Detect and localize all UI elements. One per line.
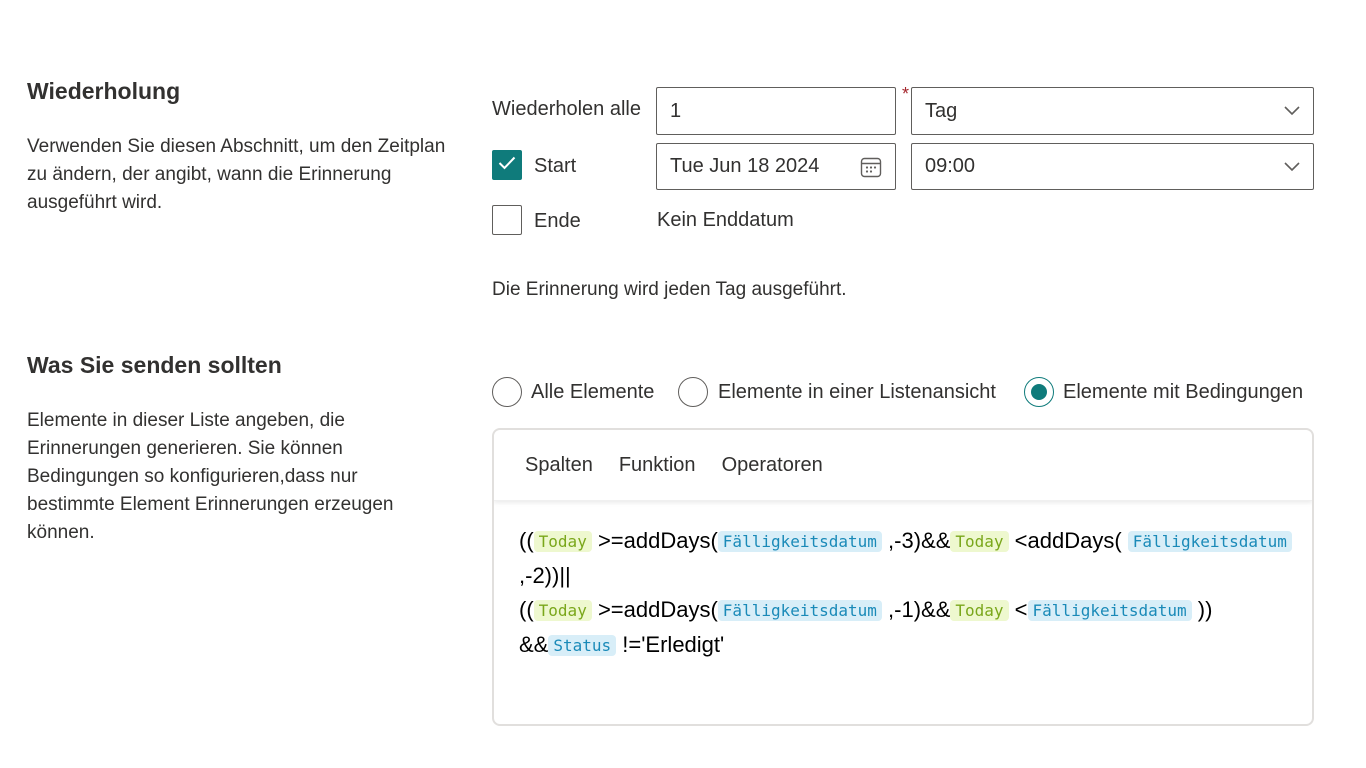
formula-operator-text: (( bbox=[519, 597, 534, 622]
recurrence-title: Wiederholung bbox=[27, 78, 181, 104]
formula-column-token[interactable]: Fälligkeitsdatum bbox=[717, 600, 882, 621]
formula-column-token[interactable]: Fälligkeitsdatum bbox=[1127, 531, 1292, 552]
repeat-unit-value: Tag bbox=[925, 99, 958, 122]
formula-operator-text: <addDays( bbox=[1008, 528, 1128, 553]
formula-operator-text: ,-2))|| bbox=[519, 563, 571, 588]
formula-function-token[interactable]: Today bbox=[950, 600, 1009, 621]
formula-column-token[interactable]: Status bbox=[548, 635, 617, 656]
chevron-down-icon bbox=[1284, 106, 1300, 116]
formula-operator-text: )) bbox=[1191, 597, 1213, 622]
formula-editor[interactable]: Spalten Funktion Operatoren ((Today >=ad… bbox=[492, 428, 1314, 726]
start-date-picker[interactable]: Tue Jun 18 2024 bbox=[656, 143, 896, 190]
start-checkbox[interactable] bbox=[492, 150, 522, 180]
start-time-dropdown[interactable]: 09:00 bbox=[911, 143, 1314, 190]
required-marker: * bbox=[902, 84, 910, 104]
tab-columns[interactable]: Spalten bbox=[525, 454, 593, 477]
chevron-down-icon bbox=[1284, 161, 1300, 172]
end-label: Ende bbox=[534, 210, 581, 232]
formula-column-token[interactable]: Fälligkeitsdatum bbox=[1027, 600, 1192, 621]
formula-operator-text: >=addDays( bbox=[591, 528, 718, 553]
formula-function-token[interactable]: Today bbox=[950, 531, 1009, 552]
formula-text[interactable]: ((Today >=addDays(Fälligkeitsdatum ,-3)&… bbox=[519, 524, 1294, 663]
repeat-unit-dropdown[interactable]: Tag bbox=[911, 87, 1314, 135]
formula-operator-text: < bbox=[1008, 597, 1028, 622]
formula-function-token[interactable]: Today bbox=[533, 600, 592, 621]
formula-operator-text: (( bbox=[519, 528, 534, 553]
start-time-value: 09:00 bbox=[925, 155, 976, 177]
formula-operator-text: ,-1)&& bbox=[881, 597, 951, 622]
send-description: Elemente in dieser Liste angeben, die Er… bbox=[27, 410, 394, 543]
send-title: Was Sie senden sollten bbox=[27, 352, 282, 378]
recurrence-summary: Die Erinnerung wird jeden Tag ausgeführt… bbox=[492, 279, 847, 300]
end-checkbox[interactable] bbox=[492, 205, 522, 235]
formula-operator-text: !='Erledigt' bbox=[616, 632, 725, 657]
radio-conditional-items[interactable] bbox=[1024, 377, 1054, 407]
tab-operators[interactable]: Operatoren bbox=[722, 454, 823, 477]
formula-operator-text: && bbox=[519, 632, 549, 657]
radio-all-items-label: Alle Elemente bbox=[531, 381, 655, 403]
recurrence-description: Verwenden Sie diesen Abschnitt, um den Z… bbox=[27, 136, 446, 213]
formula-operator-text: ,-3)&& bbox=[881, 528, 951, 553]
repeat-label: Wiederholen alle bbox=[492, 98, 641, 120]
start-label: Start bbox=[534, 155, 577, 177]
radio-list-view-items[interactable] bbox=[678, 377, 708, 407]
calendar-icon[interactable] bbox=[860, 156, 882, 178]
tab-function[interactable]: Funktion bbox=[619, 454, 696, 477]
end-date-value: Kein Enddatum bbox=[657, 209, 794, 231]
radio-conditional-items-label: Elemente mit Bedingungen bbox=[1063, 381, 1304, 403]
radio-list-view-items-label: Elemente in einer Listenansicht bbox=[718, 381, 996, 403]
formula-editor-toolbar: Spalten Funktion Operatoren bbox=[494, 430, 1312, 501]
formula-function-token[interactable]: Today bbox=[533, 531, 592, 552]
repeat-interval-input[interactable]: 1 bbox=[656, 87, 896, 135]
radio-all-items[interactable] bbox=[492, 377, 522, 407]
start-date-value: Tue Jun 18 2024 bbox=[670, 155, 820, 177]
formula-operator-text: >=addDays( bbox=[591, 597, 718, 622]
repeat-interval-value: 1 bbox=[670, 99, 682, 122]
checkmark-icon bbox=[498, 156, 516, 175]
radio-selected-dot bbox=[1031, 384, 1047, 400]
formula-column-token[interactable]: Fälligkeitsdatum bbox=[717, 531, 882, 552]
